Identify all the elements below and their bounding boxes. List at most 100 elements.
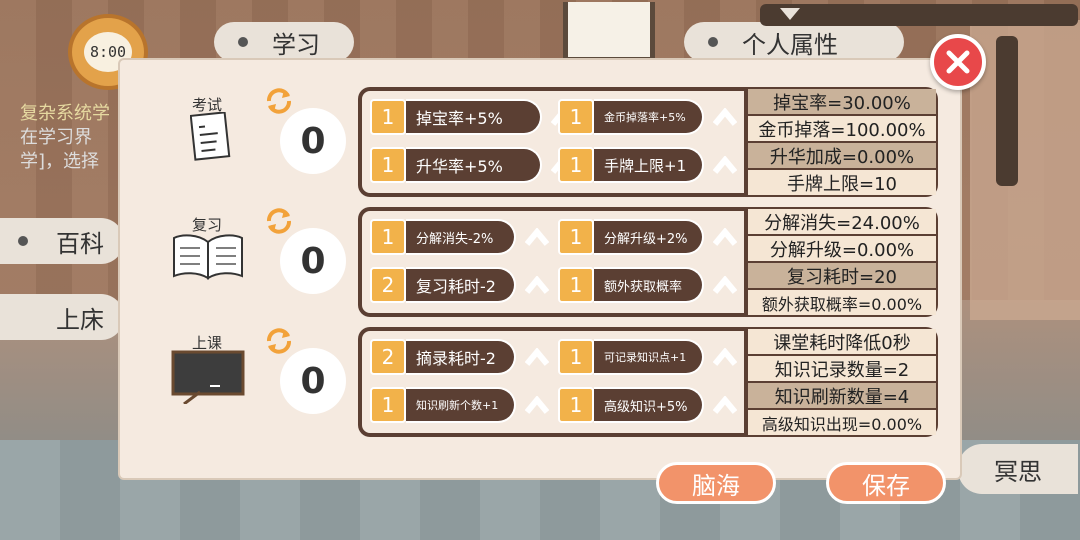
stat-value: 分解消失=24.00% — [748, 209, 936, 234]
upgrade-button[interactable] — [710, 267, 740, 303]
chevron-up-icon — [713, 156, 737, 174]
upgrade-name: 升华率+5% — [406, 147, 542, 183]
upgrade-row: 1 高级知识+5% — [558, 385, 740, 425]
point-count: 0 — [280, 348, 346, 414]
level-badge: 1 — [558, 147, 594, 183]
refresh-icon[interactable] — [264, 326, 294, 356]
side-item-label: 上床 — [56, 305, 104, 334]
meditate-button[interactable]: 冥思 — [958, 444, 1078, 494]
exam-paper-icon — [190, 112, 231, 161]
hint-line: 复杂系统学 — [20, 103, 110, 124]
top-bar — [760, 4, 1078, 26]
upgrade-button[interactable] — [522, 219, 552, 255]
chevron-up-icon — [713, 348, 737, 366]
meditate-label: 冥思 — [994, 457, 1042, 486]
upgrade-row: 1 分解消失-2% — [370, 217, 552, 257]
bullet-icon — [238, 37, 248, 47]
upgrade-row: 1 知识刷新个数+1 — [370, 385, 552, 425]
bullet-icon — [18, 236, 28, 246]
refresh-icon[interactable] — [264, 206, 294, 236]
upgrade-button[interactable] — [710, 99, 740, 135]
tab-study[interactable]: 学习 — [214, 22, 354, 62]
chevron-up-icon — [713, 108, 737, 126]
tab-attributes[interactable]: 个人属性 — [684, 22, 904, 62]
level-badge: 1 — [370, 99, 406, 135]
chevron-up-icon — [525, 396, 549, 414]
hint-text: 复杂系统学 在学习界 学]，选择 — [20, 102, 130, 174]
side-item-encyclopedia[interactable]: 百科 — [0, 218, 124, 264]
stats-list: 分解消失=24.00% 分解升级=0.00% 复习耗时=20 额外获取概率=0.… — [746, 207, 938, 317]
save-button[interactable]: 保存 — [826, 462, 946, 504]
review-attribute-box: 1 分解消失-2% 1 分解升级+2% 2 复习耗时-2 1 额外获取概率 分解… — [358, 207, 938, 317]
level-badge: 2 — [370, 339, 406, 375]
stat-value: 知识刷新数量=4 — [748, 383, 936, 408]
scrollbar[interactable] — [996, 36, 1018, 186]
class-attribute-box: 2 摘录耗时-2 1 可记录知识点+1 1 知识刷新个数+1 1 高级知识+5%… — [358, 327, 938, 437]
close-button[interactable] — [930, 34, 986, 90]
stat-value: 手牌上限=10 — [748, 170, 936, 195]
upgrade-row: 1 额外获取概率 — [558, 265, 740, 305]
upgrade-name: 手牌上限+1 — [594, 147, 704, 183]
upgrade-row: 2 摘录耗时-2 — [370, 337, 552, 377]
dropdown-arrow-icon[interactable] — [780, 8, 800, 20]
level-badge: 2 — [370, 267, 406, 303]
stats-list: 掉宝率=30.00% 金币掉落=100.00% 升华加成=0.00% 手牌上限=… — [746, 87, 938, 197]
upgrade-name: 分解消失-2% — [406, 219, 516, 255]
refresh-icon[interactable] — [264, 86, 294, 116]
brain-button-label: 脑海 — [692, 471, 740, 500]
level-badge: 1 — [558, 387, 594, 423]
side-item-bed[interactable]: 上床 — [0, 294, 124, 340]
level-badge: 1 — [370, 147, 406, 183]
upgrade-row: 1 金币掉落率+5% — [558, 97, 740, 137]
upgrade-name: 额外获取概率 — [594, 267, 704, 303]
exam-attribute-box: 1 掉宝率+5% 1 金币掉落率+5% 1 升华率+5% 1 手牌上限+1 掉宝… — [358, 87, 938, 197]
level-badge: 1 — [370, 387, 406, 423]
tab-attributes-label: 个人属性 — [742, 30, 838, 59]
upgrade-button[interactable] — [710, 219, 740, 255]
upgrade-name: 知识刷新个数+1 — [406, 387, 516, 423]
upgrade-row: 1 升华率+5% — [370, 145, 578, 185]
bullet-icon — [708, 37, 718, 47]
hint-line: 在学习界 — [20, 127, 92, 148]
upgrade-button[interactable] — [522, 339, 552, 375]
stat-value: 升华加成=0.00% — [748, 143, 936, 168]
chevron-up-icon — [713, 228, 737, 246]
chevron-up-icon — [525, 228, 549, 246]
upgrade-button[interactable] — [710, 339, 740, 375]
level-badge: 1 — [558, 99, 594, 135]
upgrade-button[interactable] — [710, 147, 740, 183]
upgrade-name: 掉宝率+5% — [406, 99, 542, 135]
chevron-up-icon — [525, 276, 549, 294]
stat-value: 掉宝率=30.00% — [748, 89, 936, 114]
upgrade-button[interactable] — [710, 387, 740, 423]
portrait-frame — [563, 2, 655, 62]
level-badge: 1 — [558, 339, 594, 375]
point-count: 0 — [280, 108, 346, 174]
point-count: 0 — [280, 228, 346, 294]
chevron-up-icon — [713, 276, 737, 294]
stat-value: 金币掉落=100.00% — [748, 116, 936, 141]
save-button-label: 保存 — [862, 471, 910, 500]
close-icon — [946, 50, 970, 74]
side-item-label: 百科 — [56, 229, 104, 258]
stat-value: 复习耗时=20 — [748, 263, 936, 288]
open-book-icon — [173, 234, 243, 280]
stat-value: 课堂耗时降低0秒 — [748, 329, 936, 354]
upgrade-button[interactable] — [522, 387, 552, 423]
hint-line: 学]，选择 — [20, 151, 100, 172]
brain-button[interactable]: 脑海 — [656, 462, 776, 504]
upgrade-row: 1 可记录知识点+1 — [558, 337, 740, 377]
upgrade-row: 1 分解升级+2% — [558, 217, 740, 257]
upgrade-button[interactable] — [522, 267, 552, 303]
stat-value: 知识记录数量=2 — [748, 356, 936, 381]
upgrade-row: 1 掉宝率+5% — [370, 97, 578, 137]
tab-study-label: 学习 — [272, 30, 320, 59]
upgrade-name: 分解升级+2% — [594, 219, 704, 255]
upgrade-name: 复习耗时-2 — [406, 267, 516, 303]
chevron-up-icon — [713, 396, 737, 414]
upgrade-name: 可记录知识点+1 — [594, 339, 704, 375]
blackboard-icon — [171, 350, 245, 404]
upgrade-name: 摘录耗时-2 — [406, 339, 516, 375]
level-badge: 1 — [558, 267, 594, 303]
upgrade-name: 金币掉落率+5% — [594, 99, 704, 135]
